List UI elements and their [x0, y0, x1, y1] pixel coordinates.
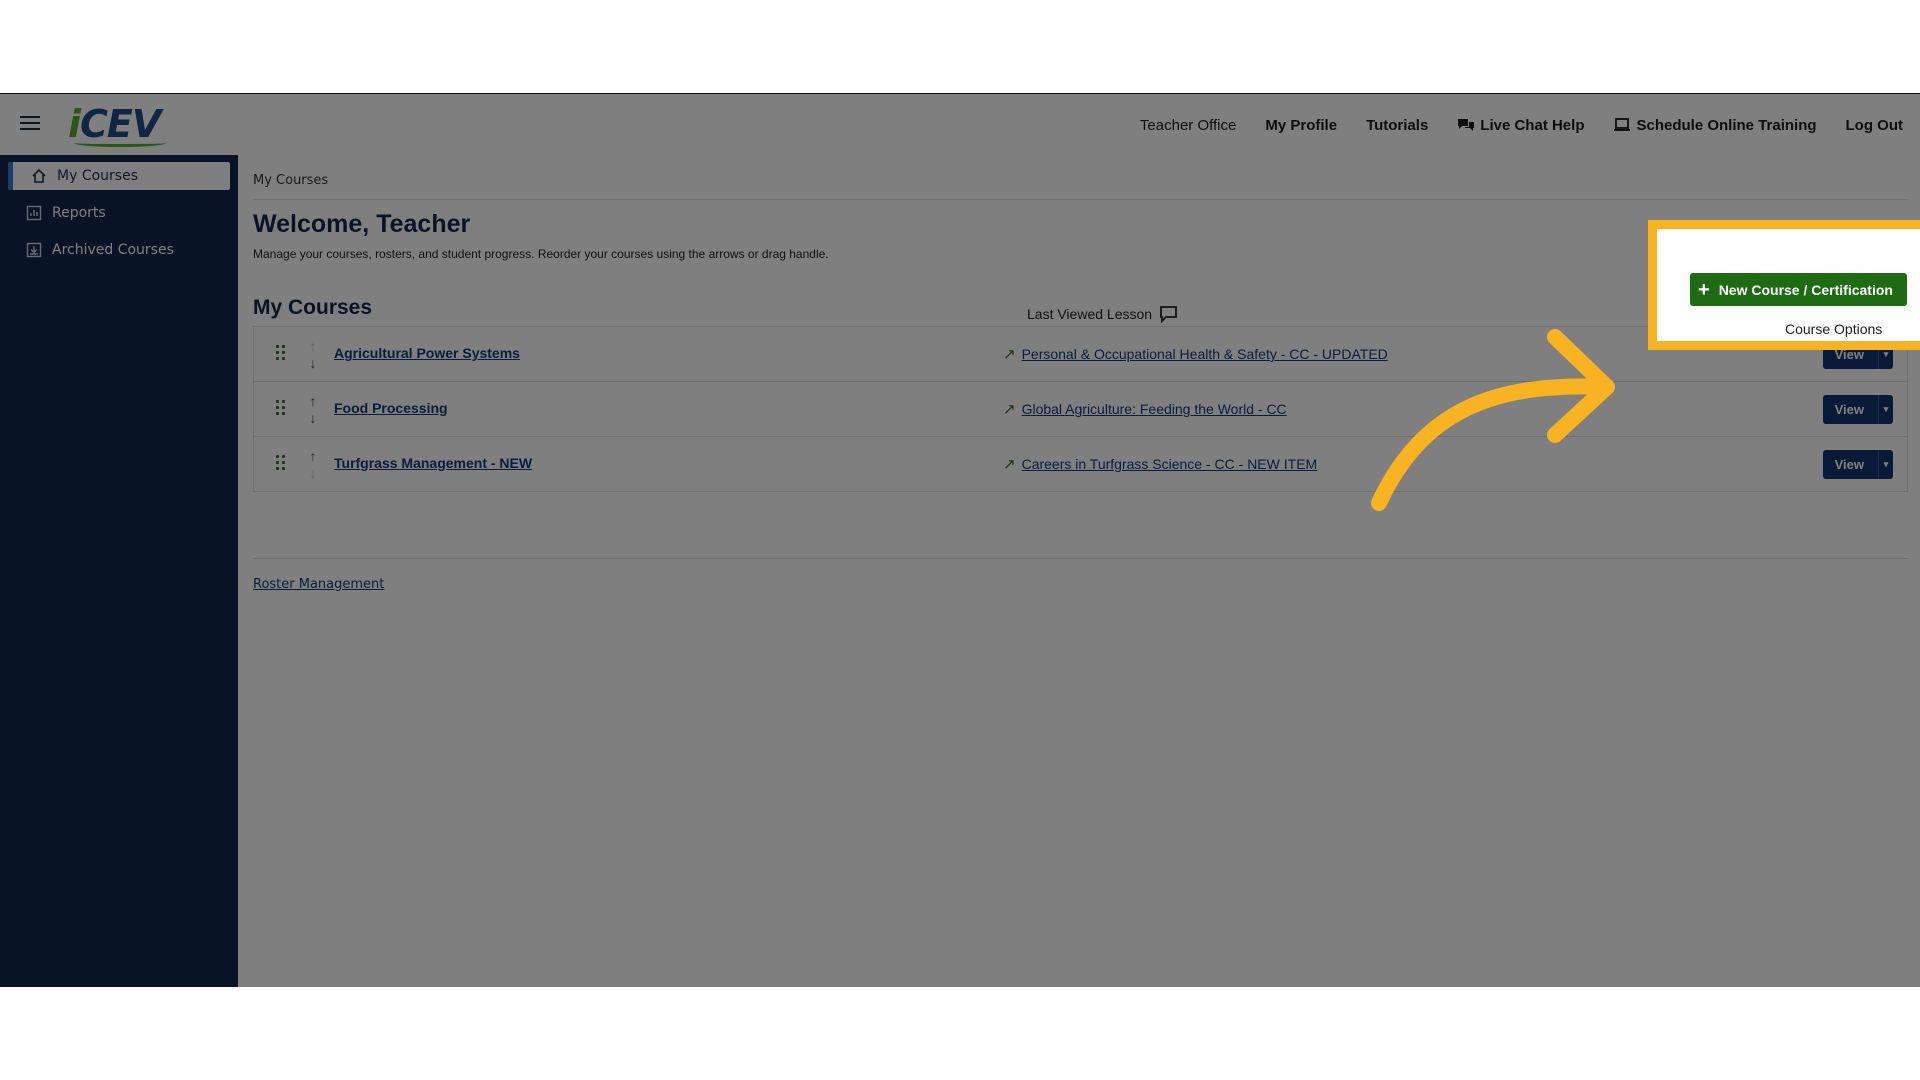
- external-link-icon: ↗: [1003, 401, 1016, 418]
- divider: [253, 558, 1908, 559]
- chat-bubbles-icon: [1458, 119, 1475, 131]
- new-course-certification-button[interactable]: + New Course / Certification: [1690, 273, 1907, 306]
- move-down-arrow-icon[interactable]: ↓: [306, 410, 320, 426]
- last-lesson: ↗ Personal & Occupational Health & Safet…: [1003, 345, 1388, 363]
- reorder-arrows: ↑ ↓: [306, 448, 320, 482]
- view-dropdown-caret-icon[interactable]: ▾: [1878, 395, 1893, 424]
- drag-handle-icon[interactable]: [276, 455, 286, 471]
- sidebar-item-label: Archived Courses: [52, 242, 174, 258]
- sidebar-item-label: Reports: [52, 205, 106, 221]
- home-icon: [31, 168, 47, 184]
- plus-icon: +: [1698, 278, 1710, 301]
- nav-log-out[interactable]: Log Out: [1846, 117, 1903, 134]
- last-lesson: ↗ Careers in Turfgrass Science - CC - NE…: [1003, 455, 1317, 473]
- table-row: ↑ ↓ Food Processing ↗ Global Agriculture…: [254, 382, 1907, 437]
- course-table: ↑ ↓ Agricultural Power Systems ↗ Persona…: [253, 326, 1908, 492]
- course-link[interactable]: Food Processing: [334, 400, 448, 416]
- course-options-link[interactable]: Course Options: [1785, 321, 1882, 337]
- top-header: iCEV Teacher Office My Profile Tutorials…: [0, 93, 1920, 156]
- sidebar-item-reports[interactable]: Reports: [8, 199, 230, 227]
- nav-live-chat-label: Live Chat Help: [1480, 116, 1585, 134]
- sidebar-item-archived-courses[interactable]: Archived Courses: [8, 236, 230, 264]
- page-subtitle: Manage your courses, rosters, and studen…: [253, 247, 829, 261]
- move-down-arrow-icon[interactable]: ↓: [306, 355, 320, 371]
- course-link[interactable]: Agricultural Power Systems: [334, 345, 520, 361]
- nav-tutorials[interactable]: Tutorials: [1366, 117, 1428, 134]
- view-dropdown-caret-icon[interactable]: ▾: [1878, 450, 1893, 479]
- move-up-arrow-icon[interactable]: ↑: [306, 338, 320, 354]
- comment-icon: [1160, 306, 1177, 323]
- sidebar-item-label: My Courses: [57, 168, 138, 184]
- last-lesson-link[interactable]: Personal & Occupational Health & Safety …: [1022, 346, 1388, 362]
- icev-logo[interactable]: iCEV: [68, 102, 166, 147]
- course-link[interactable]: Turfgrass Management - NEW: [334, 455, 532, 471]
- move-down-arrow-icon[interactable]: ↓: [306, 465, 320, 481]
- table-row: ↑ ↓ Turfgrass Management - NEW ↗ Careers…: [254, 437, 1907, 491]
- last-lesson-link[interactable]: Careers in Turfgrass Science - CC - NEW …: [1022, 456, 1318, 472]
- last-viewed-lesson-header: Last Viewed Lesson: [1027, 305, 1178, 323]
- external-link-icon: ↗: [1003, 456, 1016, 473]
- drag-handle-icon[interactable]: [276, 400, 286, 416]
- callout-arrow-icon: [1371, 329, 1615, 511]
- view-button-label[interactable]: View: [1823, 450, 1878, 479]
- app-window: iCEV Teacher Office My Profile Tutorials…: [0, 93, 1920, 987]
- nav-schedule-training-label: Schedule Online Training: [1636, 116, 1817, 134]
- hamburger-menu-icon[interactable]: [20, 116, 40, 132]
- reorder-arrows: ↑ ↓: [306, 393, 320, 427]
- nav-schedule-training[interactable]: Schedule Online Training: [1613, 116, 1817, 134]
- move-up-arrow-icon[interactable]: ↑: [306, 448, 320, 464]
- top-nav: Teacher Office My Profile Tutorials Live…: [1140, 94, 1903, 156]
- nav-teacher-office[interactable]: Teacher Office: [1140, 117, 1236, 134]
- divider: [253, 199, 1908, 200]
- sidebar-item-my-courses[interactable]: My Courses: [8, 162, 230, 190]
- page-title: Welcome, Teacher: [253, 210, 471, 238]
- nav-live-chat-help[interactable]: Live Chat Help: [1457, 117, 1584, 134]
- chart-icon: [26, 205, 42, 221]
- view-button-label[interactable]: View: [1823, 395, 1878, 424]
- breadcrumb: My Courses: [253, 173, 329, 188]
- reorder-arrows: ↑ ↓: [306, 338, 320, 372]
- drag-handle-icon[interactable]: [276, 345, 286, 361]
- new-course-button-label: New Course / Certification: [1718, 281, 1893, 298]
- move-up-arrow-icon[interactable]: ↑: [306, 393, 320, 409]
- archive-icon: [26, 242, 42, 258]
- nav-my-profile[interactable]: My Profile: [1265, 117, 1337, 134]
- last-lesson: ↗ Global Agriculture: Feeding the World …: [1003, 400, 1287, 418]
- laptop-icon: [1614, 118, 1631, 131]
- last-lesson-link[interactable]: Global Agriculture: Feeding the World - …: [1022, 401, 1287, 417]
- view-button: View ▾: [1822, 395, 1893, 424]
- sidebar: My Courses Reports Archived Courses: [0, 155, 238, 987]
- last-viewed-lesson-label: Last Viewed Lesson: [1027, 306, 1153, 322]
- logo-swoosh: [74, 139, 166, 147]
- external-link-icon: ↗: [1003, 346, 1016, 363]
- section-title-my-courses: My Courses: [253, 296, 373, 319]
- view-button: View ▾: [1822, 450, 1893, 479]
- roster-management-link[interactable]: Roster Management: [253, 577, 384, 592]
